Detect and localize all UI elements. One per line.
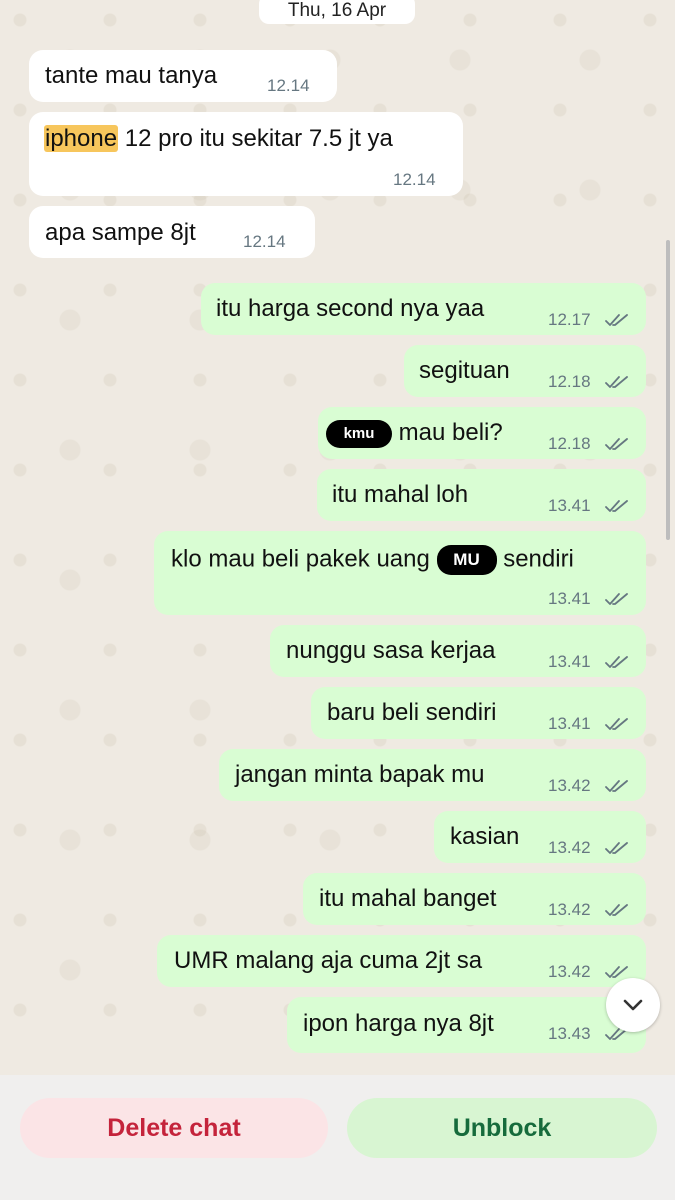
- message-bubble-outgoing[interactable]: kasian 13.42: [434, 811, 646, 863]
- message-bubble-outgoing[interactable]: nunggu sasa kerjaa 13.41: [270, 625, 646, 677]
- message-time: 13.42: [548, 900, 591, 919]
- scroll-to-bottom-button[interactable]: [606, 978, 660, 1032]
- redacted-name: kmu: [326, 419, 392, 448]
- message-text: ipon harga nya 8jt: [303, 1010, 494, 1037]
- message-bubble-outgoing[interactable]: UMR malang aja cuma 2jt sa 13.42: [157, 935, 646, 987]
- message-bubble-incoming[interactable]: iphone 12 pro itu sekitar 7.5 jt ya 12.1…: [29, 112, 463, 196]
- unblock-button[interactable]: Unblock: [347, 1098, 657, 1158]
- message-bubble-incoming[interactable]: tante mau tanya 12.14: [29, 50, 337, 102]
- message-bubble-outgoing[interactable]: itu mahal loh 13.41: [317, 469, 646, 521]
- message-bubble-outgoing[interactable]: itu harga second nya yaa 12.17: [201, 283, 646, 335]
- double-check-icon: [605, 718, 628, 730]
- double-check-icon: [605, 438, 628, 450]
- message-text: itu mahal loh: [332, 481, 469, 508]
- double-check-icon: [605, 904, 628, 916]
- redacted-name: MU: [436, 545, 497, 575]
- message-time: 13.42: [548, 838, 591, 857]
- message-time: 13.41: [548, 714, 591, 733]
- chevron-down-icon: [623, 999, 643, 1011]
- date-separator: Thu, 16 Apr: [259, 0, 415, 24]
- double-check-icon: [605, 780, 628, 792]
- message-time: 13.43: [548, 1024, 591, 1043]
- message-bubble-outgoing[interactable]: ipon harga nya 8jt 13.43: [287, 997, 646, 1053]
- message-text: UMR malang aja cuma 2jt sa: [174, 947, 483, 974]
- message-time: 13.42: [548, 962, 591, 981]
- message-text: baru beli sendiri: [327, 699, 497, 726]
- search-highlight: iphone: [44, 125, 119, 152]
- scrollbar[interactable]: [666, 240, 670, 540]
- double-check-icon: [605, 656, 628, 668]
- message-time: 13.42: [548, 776, 591, 795]
- message-time: 12.14: [267, 76, 310, 95]
- message-bubble-outgoing[interactable]: kmu mau beli? 12.18: [318, 407, 646, 459]
- message-text: apa sampe 8jt: [45, 219, 196, 246]
- message-bubble-incoming[interactable]: apa sampe 8jt 12.14: [29, 206, 315, 258]
- delete-chat-button[interactable]: Delete chat: [20, 1098, 328, 1158]
- message-text-before: klo mau beli pakek uang: [171, 545, 430, 573]
- message-bubble-outgoing[interactable]: segituan 12.18: [404, 345, 646, 397]
- message-time: 12.14: [393, 170, 436, 189]
- double-check-icon: [605, 966, 628, 978]
- double-check-icon: [605, 314, 628, 326]
- message-time: 13.41: [548, 496, 591, 515]
- double-check-icon: [605, 500, 628, 512]
- message-text: kasian: [450, 823, 520, 850]
- message-time: 12.18: [548, 434, 591, 453]
- message-text: segituan: [419, 357, 510, 384]
- message-text: kmu mau beli?: [326, 419, 503, 448]
- message-text: nunggu sasa kerjaa: [286, 637, 496, 664]
- message-text: tante mau tanya: [45, 62, 218, 89]
- double-check-icon: [605, 593, 628, 605]
- message-bubble-outgoing[interactable]: baru beli sendiri 13.41: [311, 687, 646, 739]
- double-check-icon: [605, 842, 628, 854]
- message-text-rest: 12 pro itu sekitar 7.5 jt ya: [118, 125, 393, 152]
- message-time: 12.18: [548, 372, 591, 391]
- message-time: 12.17: [548, 310, 591, 329]
- message-text-after: sendiri: [503, 545, 574, 573]
- double-check-icon: [605, 376, 628, 388]
- message-time: 13.41: [548, 652, 591, 671]
- message-text: itu mahal banget: [319, 885, 497, 912]
- message-text: klo mau beli pakek uang MU sendiri: [171, 545, 574, 575]
- message-text-rest: mau beli?: [398, 419, 503, 446]
- message-text: jangan minta bapak mu: [235, 761, 485, 788]
- message-time: 12.14: [243, 232, 286, 251]
- message-bubble-outgoing[interactable]: itu mahal banget 13.42: [303, 873, 646, 925]
- message-text: itu harga second nya yaa: [216, 295, 485, 322]
- message-bubble-outgoing[interactable]: jangan minta bapak mu 13.42: [219, 749, 646, 801]
- message-bubble-outgoing[interactable]: klo mau beli pakek uang MU sendiri 13.41: [154, 531, 646, 615]
- message-time: 13.41: [548, 589, 591, 608]
- message-text: iphone 12 pro itu sekitar 7.5 jt ya: [44, 125, 393, 153]
